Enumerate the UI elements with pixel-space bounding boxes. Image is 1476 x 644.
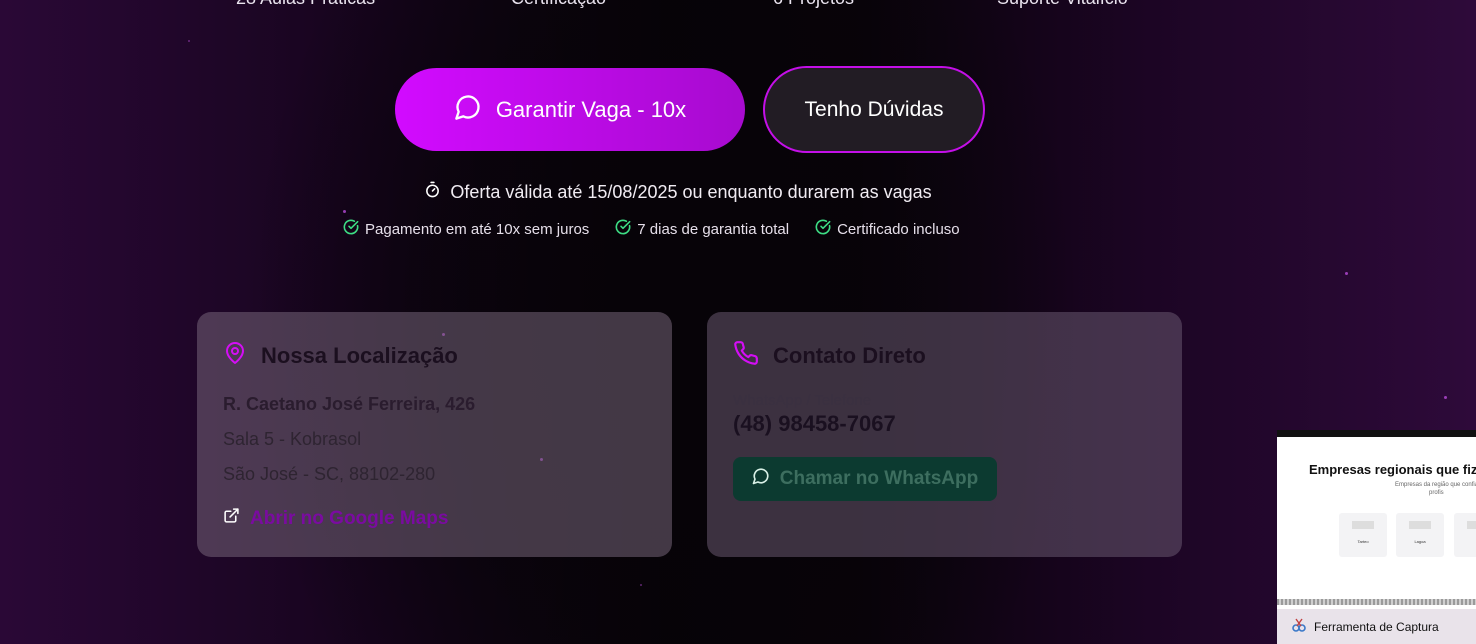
whatsapp-icon (752, 467, 770, 491)
preview-card-logo (1409, 521, 1431, 529)
feature-certification: Certificação (511, 0, 606, 9)
offer-notice: Oferta válida até 15/08/2025 ou enquanto… (0, 181, 1356, 203)
phone-icon (733, 340, 759, 372)
google-maps-label: Abrir no Google Maps (250, 507, 449, 529)
guarantee-list: Pagamento em até 10x sem juros 7 dias de… (343, 219, 960, 239)
preview-subtitle-line: profis (1429, 490, 1444, 496)
guarantee-text: 7 dias de garantia total (637, 220, 790, 238)
preview-subtitle: Empresas da região que confia profis (1395, 481, 1476, 497)
garantir-vaga-button[interactable]: Garantir Vaga - 10x (395, 68, 745, 151)
preview-card: Tarteo (1339, 513, 1387, 557)
feature-support: Suporte Vitalício (997, 0, 1128, 9)
preview-card-logo (1352, 521, 1374, 529)
check-circle-icon (343, 219, 359, 239)
preview-card: M (1454, 513, 1476, 557)
guarantee-item: Pagamento em até 10x sem juros (343, 219, 589, 239)
external-link-icon (223, 507, 240, 530)
contact-title-row: Contato Direto (733, 340, 1156, 372)
preview-card-logo (1467, 521, 1476, 529)
offer-text: Oferta válida até 15/08/2025 ou enquanto… (450, 181, 932, 202)
contact-phone: (48) 98458-7067 (733, 411, 896, 436)
whatsapp-button-label: Chamar no WhatsApp (779, 468, 979, 489)
preview-card-name: M (1454, 539, 1476, 544)
particle (640, 584, 642, 586)
garantir-vaga-label: Garantir Vaga - 10x (495, 96, 687, 122)
particle (188, 40, 190, 42)
location-title: Nossa Localização (261, 343, 458, 368)
preview-divider (1277, 599, 1476, 605)
guarantee-text: Pagamento em até 10x sem juros (365, 220, 590, 238)
feature-projects: 6 Projetos (773, 0, 854, 9)
check-circle-icon (615, 219, 631, 239)
contact-label: WhatsApp / Telefone (733, 392, 872, 409)
preview-card-name: Lagoa (1414, 539, 1426, 544)
stopwatch-icon (424, 181, 441, 203)
guarantee-item: Certificado incluso (815, 219, 960, 239)
location-title-row: Nossa Localização (223, 340, 646, 372)
guarantee-item: 7 dias de garantia total (615, 219, 789, 239)
check-circle-icon (815, 219, 831, 239)
taskbar-item[interactable]: Ferramenta de Captura (1277, 609, 1476, 644)
feature-strip: 28 Aulas Práticas Certificação 6 Projeto… (0, 0, 1476, 12)
cta-row: Garantir Vaga - 10x Tenho Dúvidas (395, 66, 985, 153)
taskbar-label: Ferramenta de Captura (1314, 619, 1439, 634)
particle (1444, 396, 1447, 399)
guarantee-text: Certificado incluso (837, 220, 960, 238)
tenho-duvidas-button[interactable]: Tenho Dúvidas (763, 66, 985, 153)
preview-title: Empresas regionais que fiz (1309, 462, 1476, 477)
contact-title: Contato Direto (773, 343, 926, 368)
location-card: Nossa Localização R. Caetano José Ferrei… (197, 312, 672, 557)
address-street: R. Caetano José Ferreira, 426 (223, 394, 476, 414)
particle (343, 210, 346, 213)
preview-subtitle-line: Empresas da região que confia (1395, 482, 1476, 488)
whatsapp-button[interactable]: Chamar no WhatsApp (733, 457, 997, 501)
capture-preview-window[interactable]: Empresas regionais que fiz Empresas da r… (1277, 430, 1476, 644)
snipping-tool-icon (1291, 617, 1307, 636)
address-line-3: São José - SC, 88102-280 (223, 464, 436, 484)
address-line-2: Sala 5 - Kobrasol (223, 429, 362, 449)
particle (1345, 272, 1348, 275)
feature-lessons: 28 Aulas Práticas (236, 0, 375, 9)
contact-card: Contato Direto WhatsApp / Telefone (48) … (707, 312, 1182, 557)
google-maps-link[interactable]: Abrir no Google Maps (223, 507, 646, 530)
preview-card: Lagoa (1396, 513, 1444, 557)
chat-bubble-icon (454, 93, 482, 127)
map-pin-icon (223, 340, 247, 372)
preview-card-name: Tarteo (1357, 539, 1369, 544)
